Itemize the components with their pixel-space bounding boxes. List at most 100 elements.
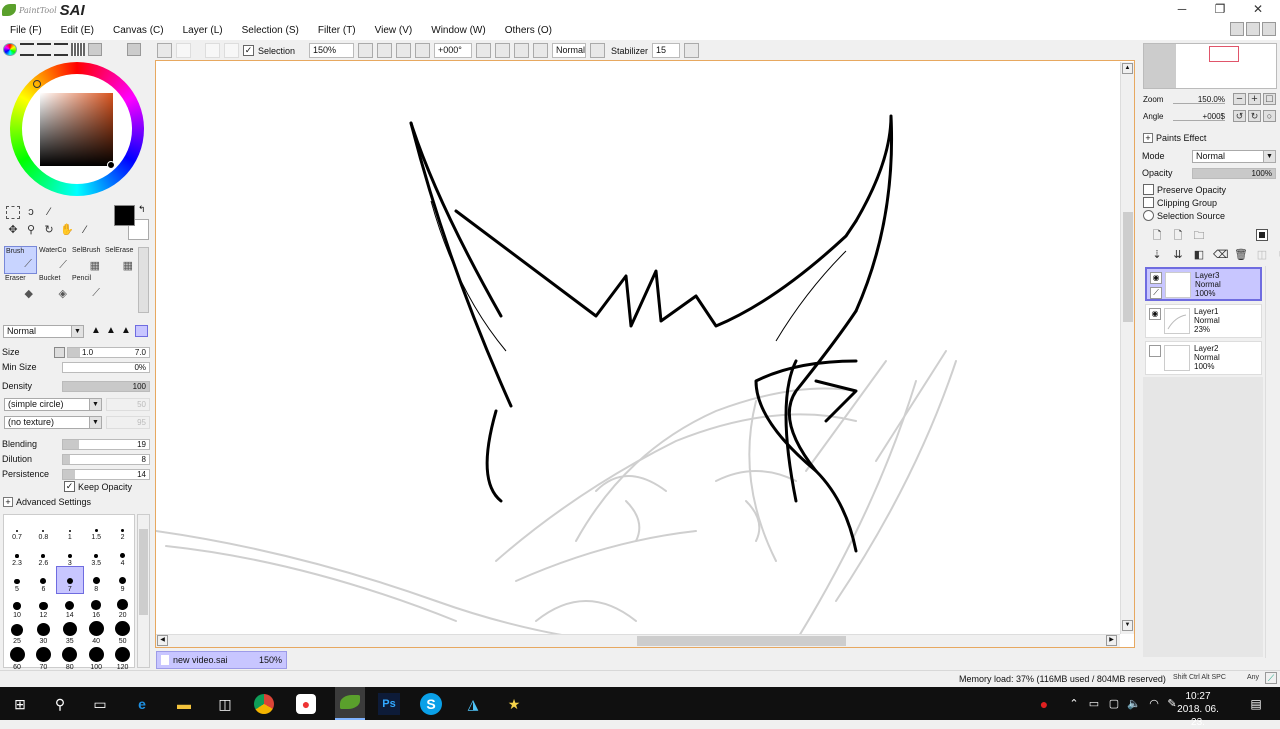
zoom-out-icon[interactable]: [377, 43, 393, 58]
advanced-settings-toggle[interactable]: + Advanced Settings: [3, 497, 91, 507]
app-icon[interactable]: ◮: [461, 692, 485, 716]
menu-selection[interactable]: Selection (S): [242, 25, 299, 36]
task-view-icon[interactable]: ▭: [88, 692, 112, 716]
brush-size-preset[interactable]: 3.5: [83, 541, 109, 567]
link-layer-icon[interactable]: ⧉: [1276, 248, 1280, 262]
scroll-down-icon[interactable]: ▼: [1122, 620, 1133, 631]
brush-size-preset[interactable]: 9: [110, 567, 136, 593]
navigator-viewport[interactable]: [1209, 46, 1239, 62]
layer-opacity-slider[interactable]: 100%: [1192, 167, 1276, 179]
brush-size-preset[interactable]: 5: [4, 567, 30, 593]
eye-icon[interactable]: ◉: [1150, 272, 1162, 284]
move-icon[interactable]: ✥: [6, 224, 20, 237]
zoom-reset-icon[interactable]: [415, 43, 431, 58]
undo-icon[interactable]: [157, 43, 172, 58]
brush-size-preset[interactable]: 80: [57, 645, 83, 671]
brush-size-preset[interactable]: 8: [83, 567, 109, 593]
menu-view[interactable]: View (V): [375, 25, 413, 36]
layer-item[interactable]: Layer2 Normal 100%: [1145, 341, 1262, 375]
scroll-left-icon[interactable]: ◀: [157, 635, 168, 646]
size-multiplier-icon[interactable]: [54, 346, 65, 358]
navigator-rotate-reset-icon[interactable]: ○: [1263, 110, 1276, 122]
add-mask-icon[interactable]: ◫: [1255, 248, 1269, 262]
menu-layer[interactable]: Layer (L): [183, 25, 223, 36]
keep-opacity-checkbox[interactable]: ✓: [64, 481, 75, 492]
hue-picker-handle[interactable]: [33, 80, 41, 88]
blend-mode-field[interactable]: Normal: [552, 43, 587, 58]
notifications-icon[interactable]: ▤: [1244, 692, 1268, 716]
layer-item[interactable]: ◉ ⟋ Layer3 Normal 100%: [1145, 267, 1262, 301]
eye-icon[interactable]: ◉: [1149, 308, 1161, 320]
flat-edge-icon[interactable]: [135, 325, 148, 337]
photoshop-icon[interactable]: Ps: [378, 693, 400, 715]
brush-mode-dropdown[interactable]: Normal ▼: [3, 325, 84, 338]
sv-picker-handle[interactable]: [107, 161, 115, 169]
brush-texture-dropdown[interactable]: (no texture) ▼: [4, 416, 102, 429]
rotate-reset-icon[interactable]: [533, 43, 549, 58]
mdi-minimize-icon[interactable]: [1230, 22, 1244, 36]
rotate-icon[interactable]: ↻: [42, 224, 56, 237]
zoom-icon[interactable]: ⚲: [24, 224, 38, 237]
brush-size-preset[interactable]: 12: [30, 593, 56, 619]
stabilizer-dropdown-icon[interactable]: [684, 43, 700, 58]
clock[interactable]: 10:27 2018. 06. 23.: [1173, 690, 1223, 729]
clear-layer-icon[interactable]: ⌫: [1213, 248, 1229, 262]
scratchpad-mode-icon[interactable]: [88, 43, 102, 56]
deselect-icon[interactable]: [205, 43, 220, 58]
layer-list-scrollbar[interactable]: [1265, 266, 1277, 658]
document-tab[interactable]: new video.sai 150%: [156, 651, 287, 669]
star-app-icon[interactable]: ★: [502, 692, 526, 716]
color-panel-menu-icon[interactable]: [127, 43, 141, 56]
paints-effect-toggle[interactable]: + Paints Effect: [1143, 133, 1206, 143]
mdi-restore-icon[interactable]: [1246, 22, 1260, 36]
blending-slider[interactable]: 19: [62, 438, 150, 450]
navigator-zoom-in-icon[interactable]: +: [1248, 93, 1261, 105]
clipping-group-checkbox[interactable]: [1143, 197, 1154, 208]
size-slider[interactable]: 1.0 7.0: [67, 346, 150, 358]
color-bar-mode-icon[interactable]: [54, 43, 68, 56]
skype-icon[interactable]: S: [420, 693, 442, 715]
navigator-zoom-value[interactable]: 150.0%: [1173, 95, 1225, 104]
navigator-angle-value[interactable]: +000$: [1173, 112, 1225, 121]
brush-size-scrollbar[interactable]: [137, 514, 150, 668]
antivirus-icon[interactable]: ●: [1032, 692, 1056, 716]
eye-hidden-icon[interactable]: [1149, 345, 1161, 357]
min-size-slider[interactable]: 0%: [62, 361, 150, 373]
new-folder-icon[interactable]: 🗀: [1192, 229, 1206, 243]
color-wheel-mode-icon[interactable]: [3, 43, 17, 56]
persistence-slider[interactable]: 14: [62, 468, 150, 480]
apply-mask-icon[interactable]: ◧: [1192, 248, 1206, 262]
brush-size-preset[interactable]: 14: [57, 593, 83, 619]
tool-brush[interactable]: Brush ⟋: [4, 246, 37, 274]
medium-edge-icon[interactable]: ▲: [105, 325, 117, 337]
mdi-close-icon[interactable]: [1262, 22, 1276, 36]
menu-window[interactable]: Window (W): [431, 25, 485, 36]
scroll-right-icon[interactable]: ▶: [1106, 635, 1117, 646]
rgb-slider-mode-icon[interactable]: [20, 43, 34, 56]
rotate-right-icon[interactable]: [514, 43, 530, 58]
magic-wand-icon[interactable]: ⁄: [42, 206, 56, 219]
brush-size-preset[interactable]: 7: [55, 566, 84, 594]
density-slider[interactable]: 100: [62, 380, 150, 392]
brush-size-preset[interactable]: 40: [83, 619, 109, 645]
scrollbar-thumb[interactable]: [139, 529, 148, 615]
file-explorer-icon[interactable]: ▬: [172, 692, 196, 716]
brush-size-preset[interactable]: 2.3: [4, 541, 30, 567]
dilution-slider[interactable]: 8: [62, 453, 150, 465]
brush-size-preset[interactable]: 4: [110, 541, 136, 567]
angle-field[interactable]: +000°: [434, 43, 473, 58]
hand-icon[interactable]: ✋: [60, 224, 74, 237]
new-layer-icon[interactable]: 🗋: [1150, 229, 1164, 243]
selection-checkbox[interactable]: ✓: [243, 45, 254, 56]
menu-canvas[interactable]: Canvas (C): [113, 25, 164, 36]
rect-select-icon[interactable]: [6, 206, 20, 219]
menu-others[interactable]: Others (O): [505, 25, 552, 36]
zoom-in-icon[interactable]: [396, 43, 412, 58]
tool-watercolor[interactable]: WaterCo ⟋: [38, 246, 71, 274]
swatches-mode-icon[interactable]: [71, 43, 85, 56]
tool-eraser[interactable]: Eraser ◆: [4, 274, 37, 302]
pen-pressure-icon[interactable]: ⟋: [1265, 672, 1277, 684]
brush-size-preset[interactable]: 100: [83, 645, 109, 671]
navigator-thumbnail[interactable]: [1176, 44, 1276, 88]
hsv-slider-mode-icon[interactable]: [37, 43, 51, 56]
